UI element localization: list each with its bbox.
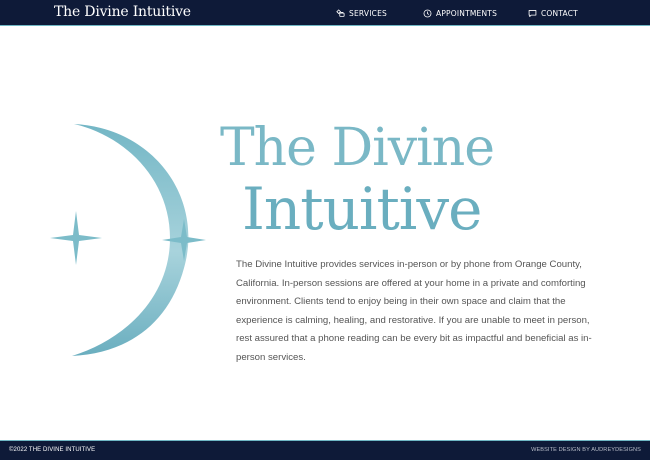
message-icon	[528, 9, 537, 17]
nav-appointments-label: APPOINTMENTS	[436, 8, 498, 18]
small-star-icon	[162, 219, 206, 261]
moon-stars-logo	[50, 124, 206, 356]
top-navbar: The Divine Intuitive SERVICES APPOINTMEN…	[0, 0, 650, 26]
footer-credit-link[interactable]: WEBSITE DESIGN BY AUDREYDESIGNS	[531, 447, 641, 453]
hero-description: The Divine Intuitive provides services i…	[236, 259, 592, 363]
hero-title-line2: Intuitive	[242, 175, 482, 243]
nav-services[interactable]: SERVICES	[336, 0, 387, 26]
hero-title-line1: The Divine	[220, 118, 495, 178]
nav-appointments[interactable]: APPOINTMENTS	[423, 0, 497, 26]
services-icon	[336, 8, 345, 17]
clock-icon	[423, 9, 432, 17]
footer-copyright: ©2022 THE DIVINE INTUITIVE	[9, 447, 96, 453]
nav-contact-label: CONTACT	[541, 8, 578, 18]
brand-logo[interactable]: The Divine Intuitive	[54, 4, 191, 20]
footer: ©2022 THE DIVINE INTUITIVE WEBSITE DESIG…	[0, 440, 650, 460]
hero-title: The Divine Intuitive	[220, 118, 540, 258]
large-star-icon	[50, 211, 102, 265]
nav-services-label: SERVICES	[349, 8, 387, 18]
nav-contact[interactable]: CONTACT	[528, 0, 578, 26]
